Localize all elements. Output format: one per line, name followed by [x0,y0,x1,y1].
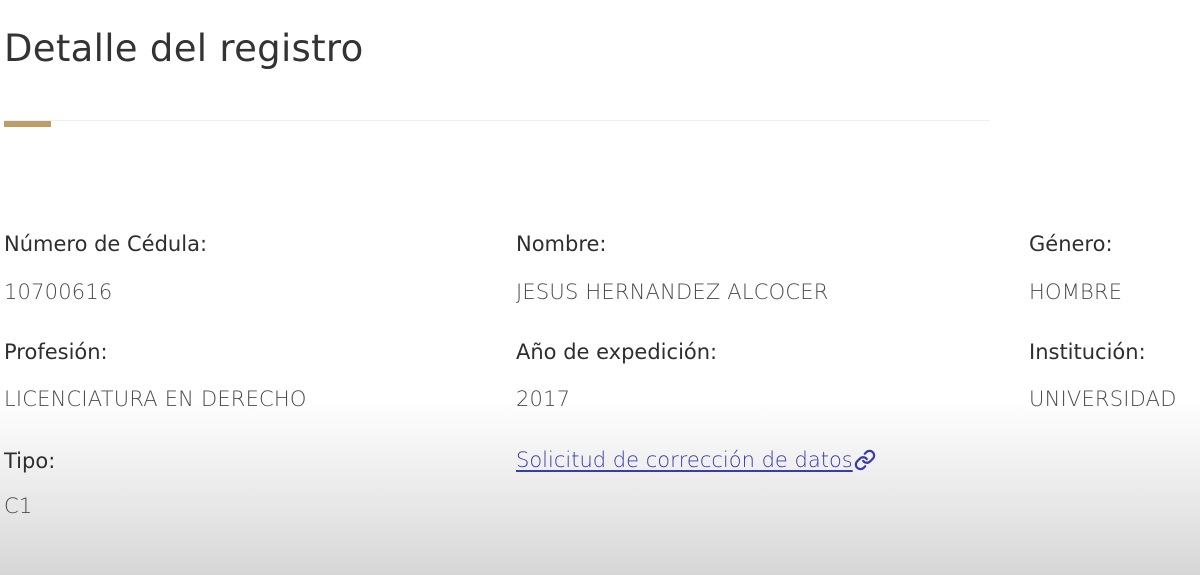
section-divider-accent [4,121,51,127]
correccion-datos-link[interactable]: Solicitud de corrección de datos [516,446,876,474]
anio-expedicion-label: Año de expedición: [516,340,718,364]
genero-label: Género: [1029,232,1113,256]
section-divider [4,120,990,121]
nombre-value: JESUS HERNANDEZ ALCOCER [516,280,829,304]
anio-expedicion-value: 2017 [516,387,571,411]
tipo-value: C1 [4,494,33,518]
correccion-datos-link-label: Solicitud de corrección de datos [516,448,853,472]
profesion-label: Profesión: [4,340,108,364]
institucion-value: UNIVERSIDAD [1029,387,1177,411]
tipo-label: Tipo: [4,449,56,473]
institucion-label: Institución: [1029,340,1146,364]
nombre-label: Nombre: [516,232,607,256]
genero-value: HOMBRE [1029,280,1123,304]
profesion-value: LICENCIATURA EN DERECHO [4,387,307,411]
page-title: Detalle del registro [4,26,364,70]
cedula-value: 10700616 [4,280,113,304]
cedula-label: Número de Cédula: [4,232,208,256]
link-icon [854,449,876,471]
